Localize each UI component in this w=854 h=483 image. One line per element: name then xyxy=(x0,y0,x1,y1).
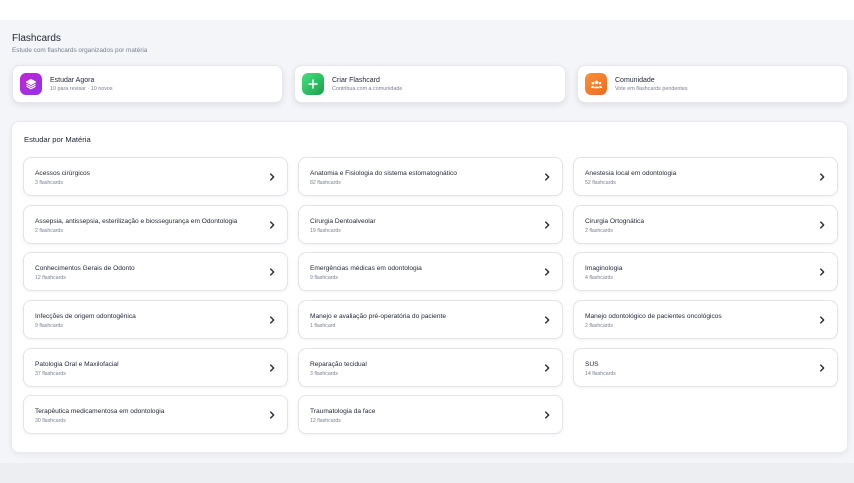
study-now-card[interactable]: Estudar Agora 10 para revisar · 10 novos xyxy=(12,65,283,103)
subject-count: 9 flashcards xyxy=(35,323,63,329)
chevron-right-icon xyxy=(270,173,275,181)
section-title: Estudar por Matéria xyxy=(24,135,91,144)
plus-icon xyxy=(302,73,324,95)
subject-name: Manejo odontológico de pacientes oncológ… xyxy=(585,313,722,320)
create-flashcard-card[interactable]: Criar Flashcard Contribua com a comunida… xyxy=(294,65,566,103)
subject-name: Cirurgia Dentoalveolar xyxy=(310,218,376,225)
subject-name: Patologia Oral e Maxilofacial xyxy=(35,361,119,368)
subject-name: Terapêutica medicamentosa em odontologia xyxy=(35,408,165,415)
subject-name: SUS xyxy=(585,361,599,368)
subject-count: 12 flashcards xyxy=(310,418,341,424)
subject-count: 19 flashcards xyxy=(310,228,341,234)
subject-card[interactable]: Acessos cirúrgicos 3 flashcards xyxy=(23,157,288,196)
chevron-right-icon xyxy=(270,268,275,276)
community-card[interactable]: Comunidade Vote em flashcards pendentes xyxy=(577,65,848,103)
chevron-right-icon xyxy=(545,268,550,276)
chevron-right-icon xyxy=(545,316,550,324)
subject-count: 2 flashcards xyxy=(585,228,613,234)
subject-count: 2 flashcards xyxy=(585,323,613,329)
chevron-right-icon xyxy=(545,173,550,181)
subjects-panel: Estudar por Matéria Acessos cirúrgicos 3… xyxy=(11,121,848,453)
subject-name: Assepsia, antissepsia, esterilização e b… xyxy=(35,218,238,225)
subject-name: Traumatologia da face xyxy=(310,408,376,415)
subject-card[interactable]: Cirurgia Dentoalveolar 19 flashcards xyxy=(298,205,563,244)
create-flashcard-title: Criar Flashcard xyxy=(332,76,380,84)
chevron-right-icon xyxy=(545,221,550,229)
subject-name: Conhecimentos Gerais de Odonto xyxy=(35,265,135,272)
subject-name: Anatomia e Fisiologia do sistema estomat… xyxy=(310,170,457,177)
users-icon xyxy=(585,73,607,95)
page-subtitle: Estude com flashcards organizados por ma… xyxy=(12,47,148,54)
subject-card[interactable]: Patologia Oral e Maxilofacial 37 flashca… xyxy=(23,348,288,387)
subject-name: Anestesia local em odontologia xyxy=(585,170,677,177)
subject-count: 30 flashcards xyxy=(35,418,66,424)
subject-count: 1 flashcard xyxy=(310,323,336,329)
community-title: Comunidade xyxy=(615,76,655,84)
chevron-right-icon xyxy=(270,364,275,372)
chevron-right-icon xyxy=(820,268,825,276)
layers-icon xyxy=(20,73,42,95)
subject-count: 3 flashcards xyxy=(35,180,63,186)
subject-name: Manejo e avaliação pré-operatória do pac… xyxy=(310,313,446,320)
subject-count: 52 flashcards xyxy=(585,180,616,186)
subject-card[interactable]: Manejo e avaliação pré-operatória do pac… xyxy=(298,300,563,339)
subject-count: 12 flashcards xyxy=(35,275,66,281)
subject-card[interactable]: Terapêutica medicamentosa em odontologia… xyxy=(23,395,288,434)
page-title: Flashcards xyxy=(12,33,61,44)
study-now-subtitle: 10 para revisar · 10 novos xyxy=(50,85,113,92)
community-subtitle: Vote em flashcards pendentes xyxy=(615,85,688,92)
chevron-right-icon xyxy=(270,316,275,324)
subject-card[interactable]: Infecções de origem odontogênica 9 flash… xyxy=(23,300,288,339)
subject-name: Emergências médicas em odontologia xyxy=(310,265,422,272)
subject-card[interactable]: Assepsia, antissepsia, esterilização e b… xyxy=(23,205,288,244)
page-header: Flashcards Estude com flashcards organiz… xyxy=(12,33,147,55)
subject-name: Infecções de origem odontogênica xyxy=(35,313,136,320)
subject-card[interactable]: SUS 14 flashcards xyxy=(573,348,838,387)
subject-card[interactable]: Imaginologia 4 flashcards xyxy=(573,252,838,291)
chevron-right-icon xyxy=(270,411,275,419)
subject-card[interactable]: Traumatologia da face 12 flashcards xyxy=(298,395,563,434)
bottom-strip xyxy=(0,463,854,483)
subject-count: 9 flashcards xyxy=(310,275,338,281)
subject-card[interactable]: Anestesia local em odontologia 52 flashc… xyxy=(573,157,838,196)
subject-card[interactable]: Conhecimentos Gerais de Odonto 12 flashc… xyxy=(23,252,288,291)
chevron-right-icon xyxy=(545,364,550,372)
chevron-right-icon xyxy=(270,221,275,229)
subject-count: 3 flashcards xyxy=(310,371,338,377)
subject-card[interactable]: Emergências médicas em odontologia 9 fla… xyxy=(298,252,563,291)
top-bar xyxy=(0,0,854,20)
chevron-right-icon xyxy=(820,221,825,229)
subject-card[interactable]: Reparação tecidual 3 flashcards xyxy=(298,348,563,387)
subject-card[interactable]: Anatomia e Fisiologia do sistema estomat… xyxy=(298,157,563,196)
chevron-right-icon xyxy=(545,411,550,419)
study-now-title: Estudar Agora xyxy=(50,76,95,84)
subject-name: Imaginologia xyxy=(585,265,623,272)
chevron-right-icon xyxy=(820,316,825,324)
subject-count: 4 flashcards xyxy=(585,275,613,281)
subject-card[interactable]: Cirurgia Ortognática 2 flashcards xyxy=(573,205,838,244)
subject-name: Cirurgia Ortognática xyxy=(585,218,645,225)
subject-count: 14 flashcards xyxy=(585,371,616,377)
create-flashcard-subtitle: Contribua com a comunidade xyxy=(332,85,403,92)
subject-card[interactable]: Manejo odontológico de pacientes oncológ… xyxy=(573,300,838,339)
subject-count: 37 flashcards xyxy=(35,371,66,377)
subject-count: 82 flashcards xyxy=(310,180,341,186)
chevron-right-icon xyxy=(820,364,825,372)
chevron-right-icon xyxy=(820,173,825,181)
subject-name: Acessos cirúrgicos xyxy=(35,170,90,177)
subject-count: 2 flashcards xyxy=(35,228,63,234)
subject-name: Reparação tecidual xyxy=(310,361,367,368)
